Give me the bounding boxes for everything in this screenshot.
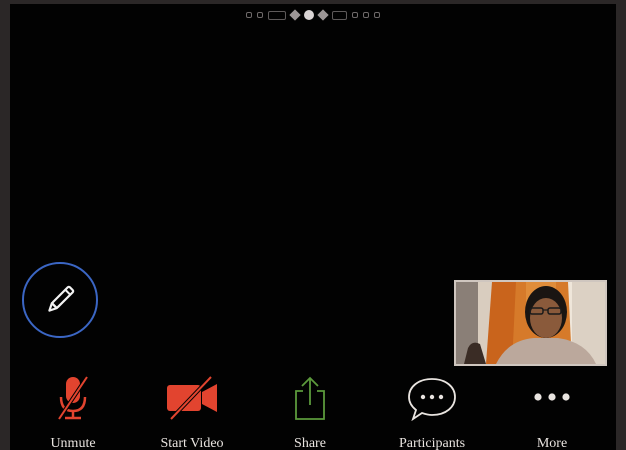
top-bar-button[interactable] xyxy=(267,10,286,20)
top-bar-icon xyxy=(256,12,263,18)
more-button[interactable]: More xyxy=(520,374,584,450)
more-dots-icon xyxy=(530,374,574,422)
top-bar-icon xyxy=(374,12,381,18)
annotate-button[interactable] xyxy=(22,262,98,338)
share-label: Share xyxy=(294,436,326,450)
meeting-screen: Unmute Start Video Share Participants Mo… xyxy=(10,4,616,450)
meeting-toolbar: Unmute Start Video Share Participants Mo… xyxy=(10,374,616,450)
top-bar-center-icon xyxy=(303,10,314,20)
pencil-icon xyxy=(48,285,75,312)
start-video-button[interactable]: Start Video xyxy=(146,374,238,450)
top-status-controls xyxy=(245,9,381,21)
start-video-label: Start Video xyxy=(160,436,224,450)
top-bar-button[interactable] xyxy=(331,10,348,20)
participants-button[interactable]: Participants xyxy=(384,374,480,450)
unmute-label: Unmute xyxy=(50,436,96,450)
muted-microphone-icon xyxy=(53,374,93,422)
top-status-bar xyxy=(10,4,616,26)
participant-video-image xyxy=(456,282,605,364)
top-bar-diamond-icon xyxy=(317,9,329,21)
video-off-icon xyxy=(165,374,219,422)
top-bar-diamond-icon xyxy=(289,9,301,21)
top-bar-icon xyxy=(363,12,370,18)
participants-label: Participants xyxy=(398,436,466,450)
share-icon xyxy=(290,374,330,422)
unmute-button[interactable]: Unmute xyxy=(30,374,116,450)
top-bar-icon xyxy=(352,12,359,18)
self-video-thumbnail[interactable] xyxy=(454,280,607,366)
more-label: More xyxy=(536,436,568,450)
share-button[interactable]: Share xyxy=(274,374,346,450)
top-bar-icon xyxy=(245,12,252,18)
chat-bubble-icon xyxy=(406,374,458,422)
